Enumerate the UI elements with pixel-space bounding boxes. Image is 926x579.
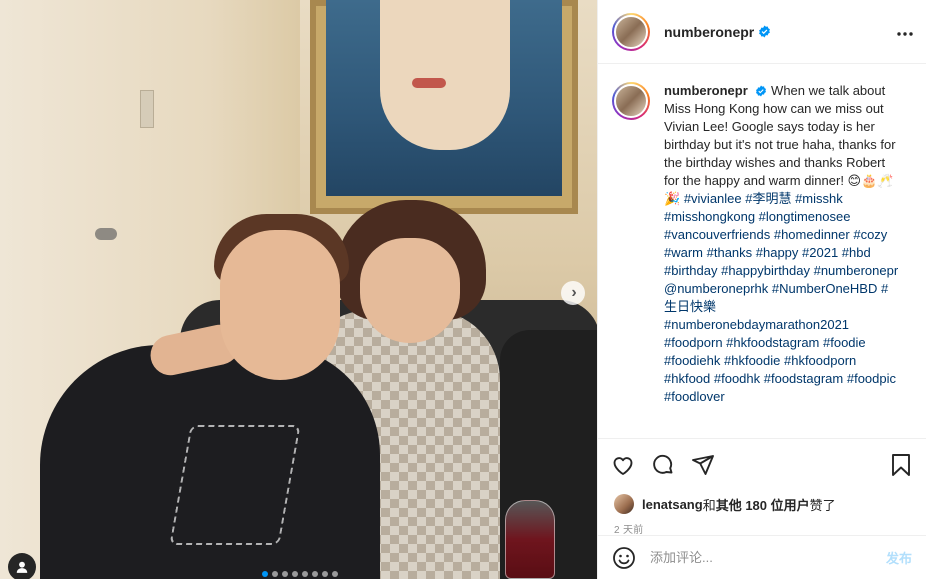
- liker-avatar[interactable]: [614, 494, 634, 514]
- liker-username-link[interactable]: lenatsang: [642, 497, 703, 512]
- save-button[interactable]: [888, 452, 914, 478]
- post-photo[interactable]: ›: [0, 0, 597, 579]
- comment-input[interactable]: [650, 550, 886, 565]
- photo-painting-face: [380, 0, 510, 150]
- carousel-dot: [312, 571, 318, 577]
- emoji-icon: [613, 546, 635, 569]
- likes-summary: lenatsang 和 其他 180 位用户 赞了: [598, 490, 926, 518]
- user-tag-button[interactable]: [8, 553, 36, 579]
- caption-hashtags[interactable]: #vivianlee #李明慧 #misshk #misshongkong #l…: [664, 191, 898, 404]
- photo-wine-glass: [505, 500, 555, 579]
- photo-shirt-logo: [169, 425, 301, 545]
- caption-avatar[interactable]: [612, 82, 650, 120]
- post-caption: numberonepr When we talk about Miss Hong…: [664, 82, 900, 438]
- next-slide-button[interactable]: ›: [561, 281, 585, 305]
- emoji-button[interactable]: [612, 546, 636, 570]
- carousel-dot: [292, 571, 298, 577]
- comment-icon: [653, 454, 673, 474]
- carousel-dot: [272, 571, 278, 577]
- bookmark-icon: [892, 453, 910, 476]
- likes-count-link[interactable]: 其他 180 位用户: [716, 495, 810, 514]
- caption-text: When we talk about Miss Hong Kong how ca…: [664, 83, 896, 206]
- share-button[interactable]: [690, 452, 716, 478]
- carousel-dot: [302, 571, 308, 577]
- post-modal: › numberonepr numberonepr When we talk a…: [0, 0, 926, 579]
- post-header: numberonepr: [598, 0, 926, 64]
- photo-woman-face: [360, 238, 460, 343]
- verified-badge-icon: [758, 25, 771, 38]
- heart-icon: [613, 456, 633, 475]
- carousel-dot: [282, 571, 288, 577]
- action-bar: [598, 438, 926, 490]
- caption-username-link[interactable]: numberonepr: [664, 83, 748, 98]
- chevron-right-icon: ›: [571, 284, 577, 301]
- carousel-dot: [332, 571, 338, 577]
- photo-painting-lips: [412, 78, 446, 88]
- more-options-button[interactable]: [896, 21, 914, 42]
- photo-door-knob: [95, 228, 117, 240]
- likes-suffix: 赞了: [809, 497, 836, 513]
- likes-connector: 和: [702, 497, 716, 513]
- carousel-dot: [322, 571, 328, 577]
- photo-man-face: [220, 230, 340, 380]
- caption-area: numberonepr When we talk about Miss Hong…: [598, 64, 926, 438]
- carousel-indicator: [262, 571, 338, 577]
- more-horizontal-icon: [897, 32, 913, 36]
- carousel-dot: [262, 571, 268, 577]
- verified-badge-icon: [755, 85, 767, 97]
- comment-button[interactable]: [650, 452, 676, 478]
- comment-box: 发布: [598, 535, 926, 579]
- like-button[interactable]: [610, 452, 636, 478]
- username-link[interactable]: numberonepr: [664, 24, 754, 40]
- post-sidebar: numberonepr numberonepr When we talk abo…: [597, 0, 926, 579]
- user-tag-icon: [16, 561, 28, 573]
- photo-light-switch: [140, 90, 154, 128]
- post-comment-button[interactable]: 发布: [886, 548, 912, 567]
- send-icon: [692, 454, 714, 475]
- avatar[interactable]: [612, 12, 650, 51]
